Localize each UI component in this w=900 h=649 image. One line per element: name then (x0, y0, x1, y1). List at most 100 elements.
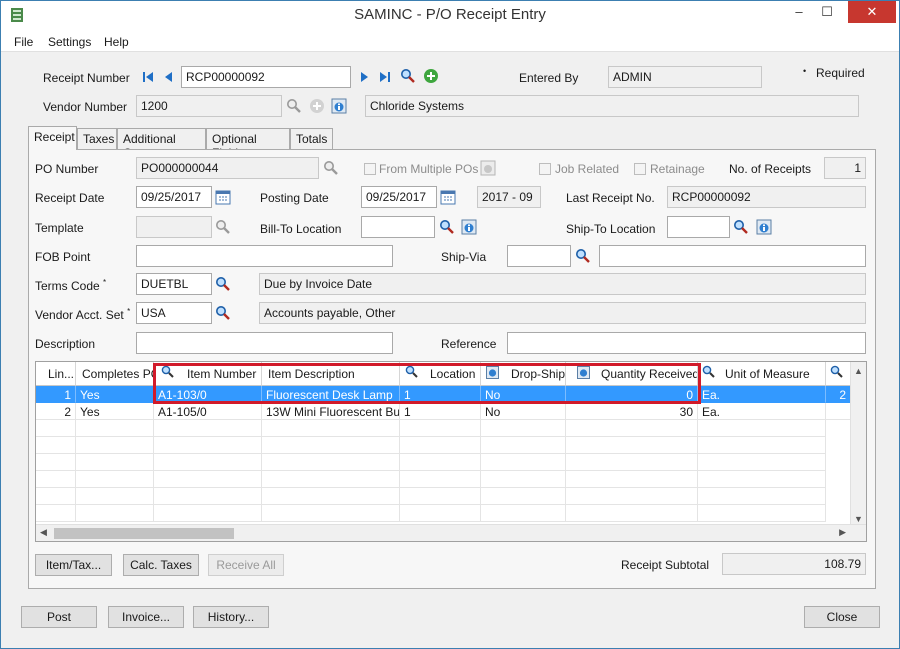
template-finder-icon[interactable] (215, 219, 231, 235)
vendor-new-icon[interactable] (309, 98, 325, 114)
finder-icon[interactable] (400, 68, 416, 84)
previous-record-icon[interactable] (161, 69, 177, 85)
vendor-info-icon[interactable] (331, 98, 347, 114)
col-header-unit-of-measure[interactable]: Unit of Measure (698, 362, 826, 386)
job-related-checkbox[interactable] (539, 163, 551, 175)
col-header-extra[interactable] (826, 362, 851, 386)
vendor-acct-finder-icon[interactable] (215, 305, 231, 321)
close-button[interactable]: Close (804, 606, 880, 628)
close-window-button[interactable]: ✕ (848, 1, 896, 23)
terms-desc-field: Due by Invoice Date (259, 273, 866, 295)
no-of-receipts-field: 1 (824, 157, 866, 179)
required-label: Required (816, 66, 865, 80)
po-number-field[interactable]: PO000000044 (136, 157, 319, 179)
window: SAMINC - P/O Receipt Entry – ☐ ✕ File Se… (0, 0, 900, 649)
ship-to-info-icon[interactable] (756, 219, 772, 235)
cell-extra[interactable]: 2 (826, 386, 851, 403)
scroll-left-icon[interactable]: ◀ (40, 527, 47, 538)
terms-finder-icon[interactable] (215, 276, 231, 292)
ship-via-finder-icon[interactable] (575, 248, 591, 264)
ship-to-finder-icon[interactable] (733, 219, 749, 235)
history-button[interactable]: History... (193, 606, 269, 628)
col-header-line[interactable]: Lin... (36, 362, 76, 386)
maximize-button[interactable]: ☐ (812, 1, 842, 23)
vendor-finder-icon[interactable] (286, 98, 302, 114)
menu-file[interactable]: File (14, 35, 33, 49)
tab-additional-costs[interactable]: Additional Costs (117, 128, 206, 160)
tab-totals[interactable]: Totals (290, 128, 333, 149)
empty-row (36, 488, 851, 505)
cell-completes-po[interactable]: Yes (76, 386, 154, 403)
next-record-icon[interactable] (356, 69, 372, 85)
last-receipt-field: RCP00000092 (667, 186, 866, 208)
cell-unit-of-measure[interactable]: Ea. (698, 403, 826, 420)
cell-drop-ship[interactable]: No (481, 403, 566, 420)
scroll-down-icon[interactable]: ▼ (854, 514, 863, 524)
table-row[interactable]: 2 Yes A1-105/0 13W Mini Fluorescent Bulb… (36, 403, 851, 420)
posting-date-field[interactable]: 09/25/2017 (361, 186, 437, 208)
ship-via-desc-field[interactable] (599, 245, 866, 267)
highlight-annotation-box (153, 363, 701, 404)
cell-quantity-received[interactable]: 30 (566, 403, 698, 420)
menu-help[interactable]: Help (104, 35, 129, 49)
menu-settings[interactable]: Settings (48, 35, 91, 49)
calendar-icon[interactable] (215, 189, 231, 205)
invoice-button[interactable]: Invoice... (108, 606, 184, 628)
col-header-completes-po[interactable]: Completes PO (76, 362, 154, 386)
empty-row (36, 505, 851, 522)
cell-line[interactable]: 1 (36, 386, 76, 403)
po-finder-icon[interactable] (323, 160, 339, 176)
vertical-scrollbar[interactable]: ▲ ▼ (850, 362, 866, 526)
cell-location[interactable]: 1 (400, 403, 481, 420)
bill-to-finder-icon[interactable] (439, 219, 455, 235)
receipt-date-field[interactable]: 09/25/2017 (136, 186, 212, 208)
no-of-receipts-label: No. of Receipts (729, 162, 812, 176)
receipt-number-field[interactable]: RCP00000092 (181, 66, 351, 88)
reference-field[interactable] (507, 332, 866, 354)
post-button[interactable]: Post (21, 606, 97, 628)
posting-calendar-icon[interactable] (440, 189, 456, 205)
horizontal-scrollbar[interactable]: ◀ ▶ (36, 524, 866, 541)
cell-completes-po[interactable]: Yes (76, 403, 154, 420)
ship-to-field[interactable] (667, 216, 730, 238)
scroll-right-icon[interactable]: ▶ (839, 527, 846, 538)
calc-taxes-button[interactable]: Calc. Taxes (123, 554, 199, 576)
item-tax-button[interactable]: Item/Tax... (35, 554, 112, 576)
template-field[interactable] (136, 216, 212, 238)
multiple-pos-icon[interactable] (480, 160, 496, 176)
bill-to-info-icon[interactable] (461, 219, 477, 235)
description-field[interactable] (136, 332, 393, 354)
cell-unit-of-measure[interactable]: Ea. (698, 386, 826, 403)
scroll-up-icon[interactable]: ▲ (854, 366, 863, 376)
ship-to-label: Ship-To Location (566, 222, 656, 236)
menu-bar: File Settings Help (1, 32, 899, 52)
receive-all-button[interactable]: Receive All (208, 554, 284, 576)
ship-via-label: Ship-Via (441, 250, 487, 264)
bill-to-field[interactable] (361, 216, 435, 238)
horizontal-scroll-thumb[interactable] (54, 528, 234, 539)
cell-line[interactable]: 2 (36, 403, 76, 420)
entered-by-label: Entered By (519, 71, 579, 85)
from-multiple-pos-checkbox[interactable] (364, 163, 376, 175)
receipt-subtotal-field: 108.79 (722, 553, 866, 575)
cell-extra[interactable] (826, 403, 851, 420)
retainage-checkbox[interactable] (634, 163, 646, 175)
retainage-label: Retainage (650, 162, 705, 176)
entered-by-field: ADMIN (608, 66, 762, 88)
tab-optional-fields[interactable]: Optional Fields (206, 128, 290, 160)
minimize-button[interactable]: – (784, 1, 814, 23)
tab-taxes[interactable]: Taxes (77, 128, 117, 149)
first-record-icon[interactable] (141, 69, 157, 85)
last-record-icon[interactable] (376, 69, 392, 85)
cell-item-description[interactable]: 13W Mini Fluorescent Bulb (262, 403, 400, 420)
new-record-icon[interactable] (423, 68, 439, 84)
tab-receipt[interactable]: Receipt (28, 126, 77, 150)
vendor-acct-set-field[interactable]: USA (136, 302, 212, 324)
cell-item-number[interactable]: A1-105/0 (154, 403, 262, 420)
ship-via-field[interactable] (507, 245, 571, 267)
po-number-label: PO Number (35, 162, 99, 176)
vendor-number-field[interactable]: 1200 (136, 95, 282, 117)
fob-point-field[interactable] (136, 245, 393, 267)
empty-row (36, 471, 851, 488)
terms-code-field[interactable]: DUETBL (136, 273, 212, 295)
